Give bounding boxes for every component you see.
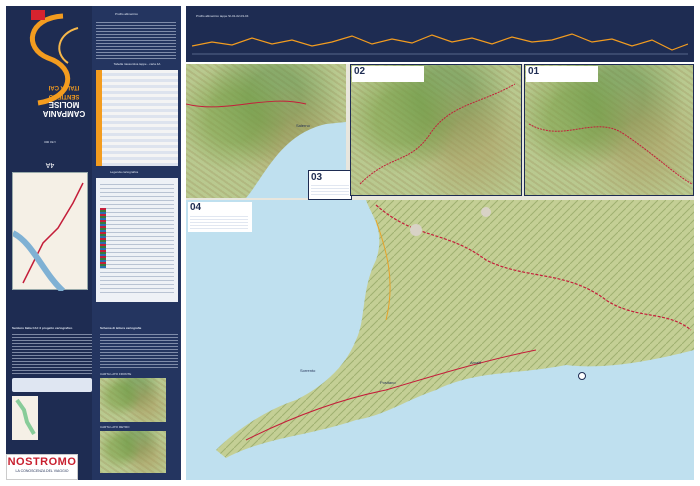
sheet-number: 4A: [30, 150, 70, 168]
title-region: CAMPANIA MOLISE: [42, 100, 86, 118]
panel-04-number: 04: [190, 202, 202, 213]
positano-label: Positano: [380, 380, 396, 385]
elevation-profile-title: Profilo altimetrico tappe SI-01-02-03-04: [196, 14, 249, 18]
profile-title: Profilo altimetrico: [115, 12, 139, 16]
title-logo: SENTIERO ITALIA CAI: [48, 84, 80, 99]
panel-04-header: 04: [188, 202, 252, 232]
compass-icon: [578, 372, 586, 380]
amalfi-label: Amalfi: [470, 360, 482, 365]
inset-front-title: CARTA LATO FRONTE: [100, 372, 132, 376]
inset-front-map: [100, 378, 166, 422]
project-text: [12, 334, 92, 376]
stages-table-title: Tabella riassuntiva tappe - carta 4A: [113, 62, 161, 66]
panel-02-route-icon: [359, 83, 516, 185]
amalfi-peninsula-icon: [216, 200, 694, 458]
sheet-number-text: 4A: [45, 161, 55, 168]
italy-locator-map: [12, 396, 38, 440]
sorrento-label: Sorrento: [300, 368, 316, 373]
brand-logo: NOSTROMO LA CONOSCENZA DEL VIAGGIO: [6, 454, 78, 480]
scale-label: 1:50 000: [44, 140, 56, 144]
legend-box: [96, 178, 178, 302]
brand-name: NOSTROMO: [7, 456, 77, 468]
overview-route-icon: [11, 182, 84, 294]
brand-tagline: LA CONOSCENZA DEL VIAGGIO: [15, 469, 69, 473]
stages-table: [96, 70, 178, 166]
publisher-badge: [31, 10, 45, 20]
elevation-profile: Profilo altimetrico tappe SI-01-02-03-04: [186, 6, 694, 62]
salerno-label: Salerno: [296, 123, 310, 128]
profile-text: [96, 22, 176, 60]
overview-map: [11, 172, 88, 294]
info-box: [12, 378, 92, 392]
inset-back-map: [100, 431, 166, 473]
title-block: CAMPANIA MOLISE SENTIERO ITALIA CAI: [40, 82, 88, 146]
sheet-text: [100, 334, 178, 370]
panel-01-route-icon: [528, 123, 693, 185]
italy-shape-icon: [15, 398, 36, 436]
panel-03-number: 03: [311, 172, 323, 183]
inset-back-title: CARTA LATO RETRO: [100, 425, 130, 429]
sheet-title: Schema di lettura cartografie: [100, 326, 142, 330]
project-title: Sentiero Italia CAI: il progetto cartogr…: [12, 326, 73, 330]
elevation-line-icon: [192, 33, 688, 55]
map-panel-03: 03: [308, 170, 352, 200]
legend-title: Legenda cartografica: [110, 170, 139, 174]
